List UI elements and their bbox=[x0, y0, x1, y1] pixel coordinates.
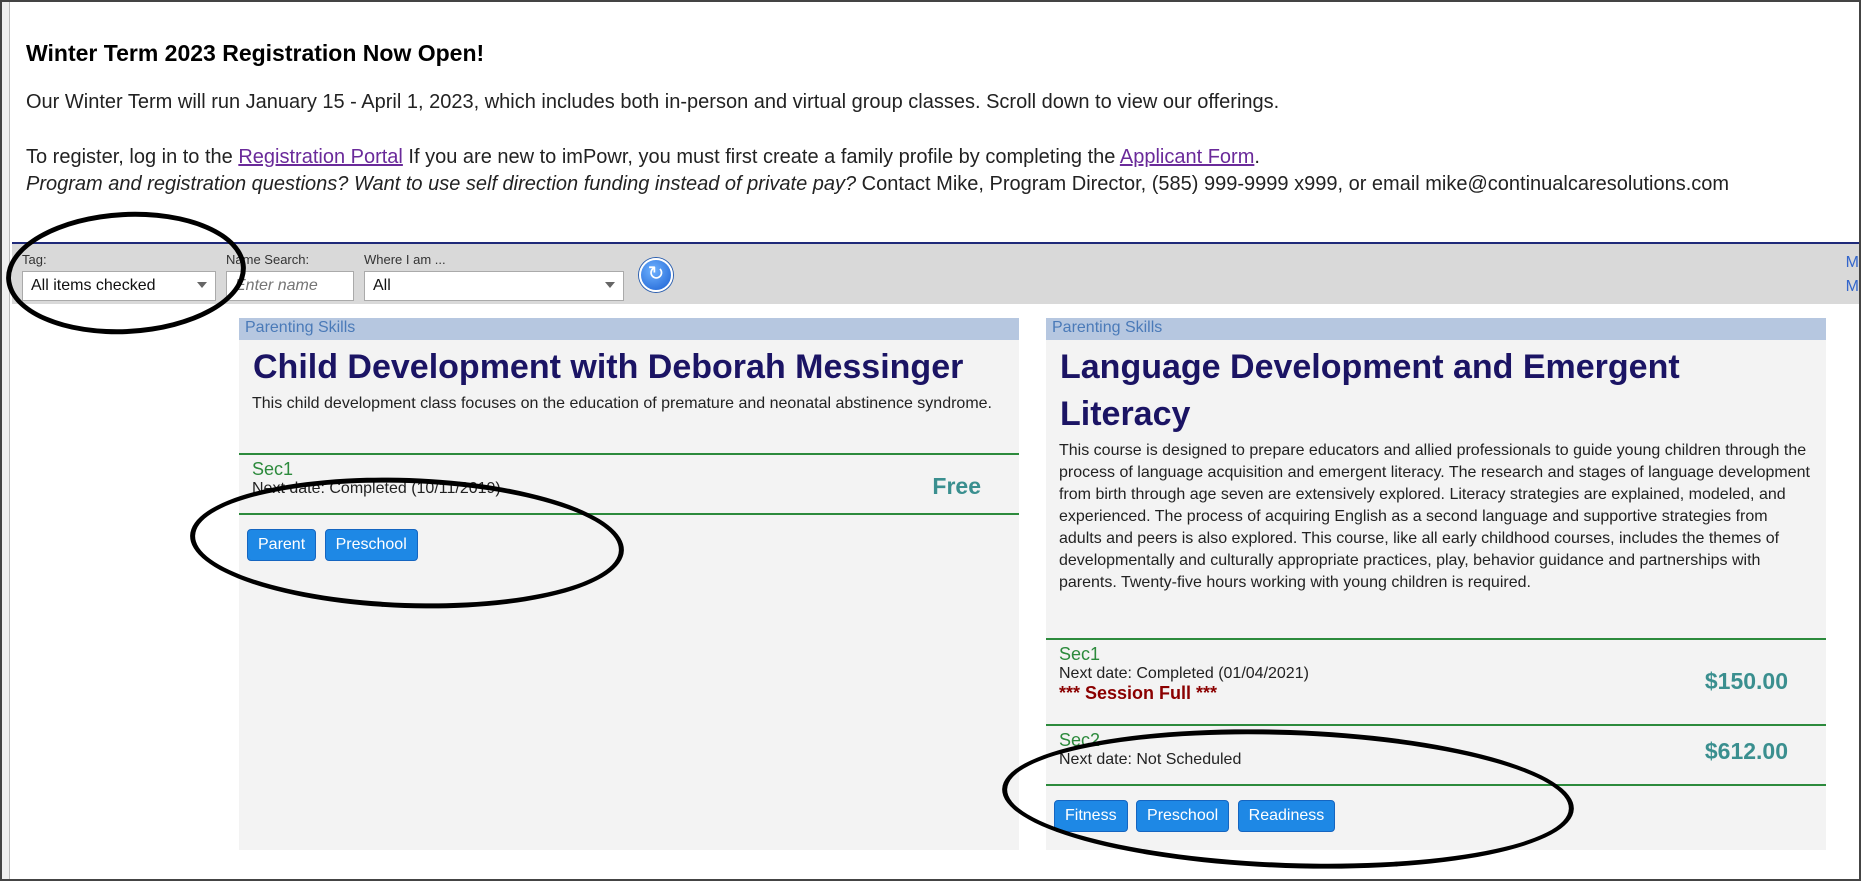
register-middle: If you are new to imPowr, you must first… bbox=[402, 146, 1120, 168]
edge-link-1[interactable]: M bbox=[1846, 254, 1859, 272]
registration-portal-link[interactable]: Registration Portal bbox=[238, 146, 403, 168]
contact-text: Contact Mike, Program Director, (585) 99… bbox=[856, 173, 1730, 195]
where-select[interactable]: All bbox=[364, 271, 624, 301]
course-category: Parenting Skills bbox=[1046, 318, 1826, 340]
tag-button-preschool[interactable]: Preschool bbox=[324, 529, 418, 561]
where-filter: Where I am ... All bbox=[364, 252, 624, 301]
contact-line: Program and registration questions? Want… bbox=[26, 171, 1846, 198]
edge-link-2[interactable]: M bbox=[1846, 278, 1859, 296]
refresh-button[interactable]: ↻ bbox=[639, 258, 673, 292]
course-section[interactable]: Sec1 Next date: Completed (01/04/2021) *… bbox=[1046, 638, 1826, 724]
term-info: Our Winter Term will run January 15 - Ap… bbox=[26, 91, 1280, 113]
tag-button-fitness[interactable]: Fitness bbox=[1054, 800, 1128, 832]
questions-text: Program and registration questions? Want… bbox=[26, 173, 857, 195]
register-prefix: To register, log in to the bbox=[26, 146, 239, 168]
register-suffix: . bbox=[1254, 146, 1260, 168]
section-next-date: Next date: Completed (10/11/2019) bbox=[252, 480, 501, 497]
tag-select-value: All items checked bbox=[31, 277, 156, 294]
tag-button-preschool[interactable]: Preschool bbox=[1136, 800, 1230, 832]
window-left-edge bbox=[0, 0, 10, 881]
register-line: To register, log in to the Registration … bbox=[26, 144, 1846, 171]
course-description: This child development class focuses on … bbox=[252, 395, 992, 412]
session-full-status: *** Session Full *** bbox=[1059, 683, 1218, 703]
section-name: Sec2 bbox=[1059, 730, 1101, 750]
tag-button-parent[interactable]: Parent bbox=[247, 529, 317, 561]
course-title[interactable]: Child Development with Deborah Messinger bbox=[239, 340, 1019, 391]
name-search-label: Name Search: bbox=[226, 252, 310, 267]
applicant-form-link[interactable]: Applicant Form bbox=[1120, 146, 1255, 168]
course-title[interactable]: Language Development and Emergent Litera… bbox=[1046, 340, 1826, 438]
where-label: Where I am ... bbox=[364, 252, 446, 267]
page-title: Winter Term 2023 Registration Now Open! bbox=[26, 40, 485, 66]
course-card-1: Parenting Skills Child Development with … bbox=[239, 318, 1019, 850]
section-price: Free bbox=[932, 473, 981, 499]
tag-button-readiness[interactable]: Readiness bbox=[1237, 800, 1336, 832]
course-description: This course is designed to prepare educa… bbox=[1059, 442, 1810, 591]
course-tags: Parent Preschool bbox=[239, 513, 1019, 575]
section-name: Sec1 bbox=[252, 459, 294, 479]
refresh-icon: ↻ bbox=[647, 263, 665, 285]
course-section[interactable]: Sec1 Next date: Completed (10/11/2019) F… bbox=[239, 453, 1019, 513]
chevron-down-icon bbox=[605, 282, 615, 288]
where-select-value: All bbox=[373, 277, 391, 294]
name-search-input[interactable] bbox=[226, 271, 354, 301]
section-name: Sec1 bbox=[1059, 644, 1101, 664]
chevron-down-icon bbox=[197, 282, 207, 288]
section-price: $150.00 bbox=[1704, 668, 1788, 694]
course-category: Parenting Skills bbox=[239, 318, 1019, 340]
course-section[interactable]: Sec2 Next date: Not Scheduled $612.00 bbox=[1046, 724, 1826, 784]
course-card-2: Parenting Skills Language Development an… bbox=[1046, 318, 1826, 850]
intro-section: Winter Term 2023 Registration Now Open! … bbox=[26, 40, 1846, 198]
tag-select[interactable]: All items checked bbox=[22, 271, 216, 301]
section-price: $612.00 bbox=[1704, 738, 1788, 764]
tag-filter: Tag: All items checked bbox=[22, 252, 216, 301]
name-search-filter: Name Search: bbox=[226, 252, 354, 301]
tag-label: Tag: bbox=[22, 252, 47, 267]
filter-bar: Tag: All items checked Name Search: Wher… bbox=[12, 242, 1861, 304]
section-next-date: Next date: Not Scheduled bbox=[1059, 751, 1242, 768]
section-next-date: Next date: Completed (01/04/2021) bbox=[1059, 665, 1309, 682]
course-tags: Fitness Preschool Readiness bbox=[1046, 784, 1826, 846]
